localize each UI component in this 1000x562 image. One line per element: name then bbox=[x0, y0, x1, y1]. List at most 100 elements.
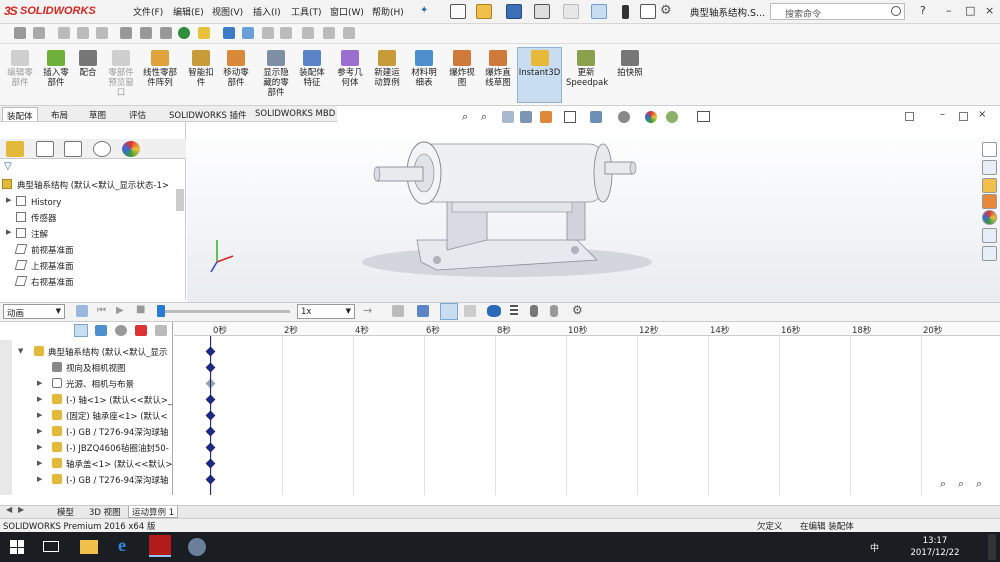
file-properties-icon[interactable] bbox=[640, 4, 656, 19]
tab-model[interactable]: 模型 bbox=[54, 506, 77, 518]
playback-slider[interactable] bbox=[160, 310, 290, 313]
expand-arrow-icon[interactable]: ▶ bbox=[6, 228, 11, 236]
viewport-maximize-button[interactable] bbox=[959, 112, 968, 121]
edge-browser-icon[interactable]: e bbox=[118, 535, 138, 555]
expand-arrow-icon[interactable]: ▶ bbox=[37, 459, 42, 467]
ribbon-button-12[interactable]: 爆炸视 图 bbox=[444, 50, 480, 88]
select-arrow-icon[interactable] bbox=[591, 4, 607, 19]
clearance-icon[interactable] bbox=[262, 27, 274, 39]
time-bar[interactable] bbox=[210, 336, 211, 495]
dynamic-annotation-icon[interactable] bbox=[540, 111, 552, 123]
tree-item-right-plane[interactable]: 右视基准面 bbox=[6, 276, 74, 288]
home-icon[interactable] bbox=[982, 142, 997, 157]
mass-properties-icon[interactable] bbox=[343, 27, 355, 39]
menu-tools[interactable]: 工具(T) bbox=[291, 5, 322, 18]
search-icon[interactable] bbox=[891, 6, 901, 16]
interference-icon[interactable] bbox=[242, 27, 254, 39]
undo-icon[interactable] bbox=[563, 4, 579, 19]
zoom-to-fit-icon[interactable]: ⌕ bbox=[462, 110, 468, 124]
menu-insert[interactable]: 插入(I) bbox=[253, 5, 281, 18]
options-gear-icon[interactable]: ⚙ bbox=[660, 3, 672, 18]
spring-icon[interactable] bbox=[510, 305, 518, 317]
smart-dimension-icon[interactable] bbox=[33, 27, 45, 39]
task-view-icon[interactable] bbox=[43, 541, 59, 552]
tab-assembly[interactable]: 装配体 bbox=[2, 107, 38, 122]
ribbon-button-6[interactable]: 移动零 部件 bbox=[218, 50, 254, 88]
ribbon-button-1[interactable]: 插入零 部件 bbox=[40, 50, 72, 88]
viewport-close-button[interactable]: × bbox=[978, 109, 986, 120]
hole-icon[interactable] bbox=[160, 27, 172, 39]
stop-icon[interactable]: ■ bbox=[136, 304, 145, 315]
ribbon-button-9[interactable]: 参考几 何体 bbox=[332, 50, 368, 88]
tab-solidworks-mbd[interactable]: SOLIDWORKS MBD bbox=[251, 107, 339, 121]
new-document-icon[interactable] bbox=[450, 4, 466, 19]
tab-scroll-right-icon[interactable]: ▶ bbox=[18, 505, 24, 514]
mate-icon[interactable] bbox=[58, 27, 70, 39]
tab-sketch[interactable]: 草图 bbox=[85, 107, 110, 121]
solidworks-taskbar-icon[interactable] bbox=[149, 535, 171, 557]
ribbon-button-8[interactable]: 装配体 特征 bbox=[294, 50, 330, 88]
ribbon-button-14[interactable]: Instant3D bbox=[517, 50, 562, 78]
restore-view-icon[interactable] bbox=[905, 112, 914, 121]
calculate-icon[interactable] bbox=[323, 27, 335, 39]
motion-row-view-camera[interactable]: 视向及相机视图 bbox=[52, 362, 126, 374]
arrow-right-icon[interactable]: → bbox=[363, 304, 372, 317]
zoom-fit-timeline-icon[interactable]: ⌕ bbox=[976, 477, 982, 491]
property-manager-tab-icon[interactable] bbox=[36, 141, 54, 157]
tree-scrollbar[interactable] bbox=[176, 189, 184, 211]
play-icon[interactable]: ▶ bbox=[116, 305, 124, 316]
menu-view[interactable]: 视图(V) bbox=[212, 5, 243, 18]
zoom-area-icon[interactable]: ⌕ bbox=[481, 110, 487, 124]
motion-row-felt-seal[interactable]: (-) JBZQ4606毡圈油封50- bbox=[52, 442, 169, 454]
animation-wizard-icon[interactable] bbox=[417, 305, 429, 317]
playback-speed-select[interactable]: 1x ▼ bbox=[297, 304, 355, 319]
motion-row-bearing-2[interactable]: (-) GB / T276-94深沟球轴 bbox=[52, 474, 168, 486]
windows-start-icon[interactable] bbox=[10, 540, 24, 554]
open-folder-icon[interactable] bbox=[476, 4, 492, 19]
configuration-tab-icon[interactable] bbox=[64, 141, 82, 157]
tab-solidworks-addins[interactable]: SOLIDWORKS 插件 bbox=[165, 107, 251, 121]
viewport-minimize-button[interactable]: – bbox=[940, 109, 945, 120]
timeline-area[interactable] bbox=[174, 322, 1000, 495]
autokey-button[interactable] bbox=[440, 303, 458, 320]
playback-slider-thumb[interactable] bbox=[157, 305, 165, 317]
expand-arrow-icon[interactable]: ▶ bbox=[37, 395, 42, 403]
tab-scroll-left-icon[interactable]: ◀ bbox=[6, 505, 12, 514]
expand-arrow-icon[interactable]: ▶ bbox=[6, 196, 11, 204]
ribbon-button-11[interactable]: 材料明 细表 bbox=[406, 50, 442, 88]
minimize-button[interactable]: – bbox=[946, 4, 952, 17]
measure-icon[interactable] bbox=[223, 27, 235, 39]
tree-item-annotations[interactable]: ▶ 注解 bbox=[6, 228, 48, 240]
settings-icon[interactable] bbox=[120, 27, 132, 39]
ribbon-button-2[interactable]: 配合 bbox=[75, 50, 101, 78]
expand-arrow-icon[interactable]: ▶ bbox=[37, 475, 42, 483]
tree-item-top-plane[interactable]: 上视基准面 bbox=[6, 260, 74, 272]
motion-row-bearing-1[interactable]: (-) GB / T276-94深沟球轴 bbox=[52, 426, 168, 438]
calculate-motion-icon[interactable] bbox=[76, 305, 88, 317]
motion-row-shaft[interactable]: (-) 轴<1> (默认<<默认>_ bbox=[52, 394, 172, 406]
appearance-icon[interactable] bbox=[645, 111, 657, 123]
motion-row-bearing-housing[interactable]: (固定) 轴承座<1> (默认< bbox=[52, 410, 168, 422]
hole-alignment-icon[interactable] bbox=[280, 27, 292, 39]
solidworks-logo[interactable]: 3S SOLIDWORKS bbox=[4, 3, 114, 21]
section-view-icon[interactable] bbox=[520, 111, 532, 123]
location-icon[interactable] bbox=[178, 27, 190, 39]
expand-arrow-icon[interactable]: ▶ bbox=[37, 379, 42, 387]
scene-icon[interactable] bbox=[666, 111, 678, 123]
menu-edit[interactable]: 编辑(E) bbox=[173, 5, 204, 18]
contact-icon[interactable] bbox=[530, 305, 538, 317]
section-icon[interactable] bbox=[302, 27, 314, 39]
traffic-light-icon[interactable] bbox=[622, 5, 629, 19]
motion-settings-gear-icon[interactable]: ⚙ bbox=[572, 303, 583, 317]
zoom-in-timeline-icon[interactable]: ⌕ bbox=[940, 477, 946, 491]
motion-row-bearing-cover[interactable]: 轴承盖<1> (默认<<默认> bbox=[52, 458, 173, 470]
add-key-icon[interactable] bbox=[464, 305, 476, 317]
help-button[interactable]: ? bbox=[920, 4, 926, 17]
display-style-icon[interactable] bbox=[590, 111, 602, 123]
graphics-area[interactable] bbox=[187, 122, 1000, 302]
file-explorer-icon[interactable] bbox=[982, 178, 997, 193]
design-library-icon[interactable] bbox=[982, 160, 997, 175]
tree-item-sensors[interactable]: 传感器 bbox=[6, 212, 57, 224]
gravity-icon[interactable] bbox=[550, 305, 558, 317]
pattern-icon[interactable] bbox=[77, 27, 89, 39]
